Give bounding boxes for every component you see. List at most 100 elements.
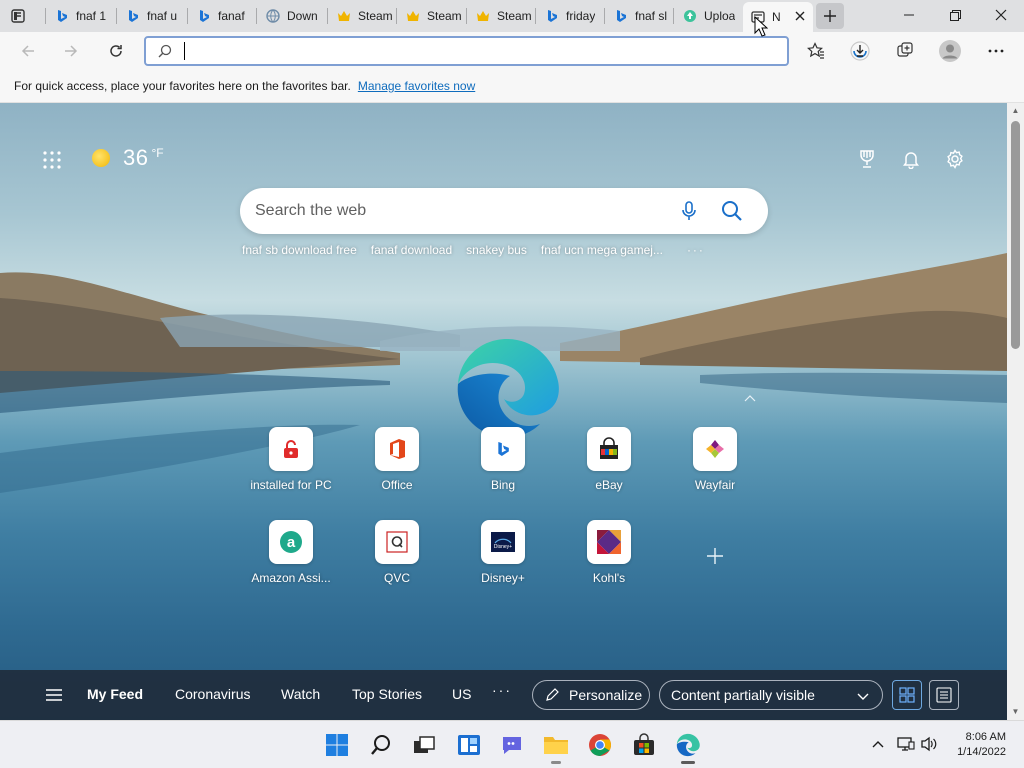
task-view-button[interactable] — [411, 732, 437, 758]
quick-link-office[interactable]: Office — [357, 427, 437, 497]
tab-8[interactable]: friday — [537, 4, 603, 28]
quick-link-disney-plus[interactable]: Disney+ Disney+ — [463, 520, 543, 590]
close-tab-icon[interactable] — [793, 9, 807, 23]
quick-link-label: eBay — [595, 478, 623, 492]
weather-widget[interactable]: 36 °F — [92, 145, 164, 171]
quick-link-ebay[interactable]: eBay — [569, 427, 649, 497]
suggestion-link[interactable]: fnaf ucn mega gamej... — [541, 243, 663, 257]
new-tab-button[interactable] — [816, 3, 844, 29]
taskbar-clock[interactable]: 8:06 AM 1/14/2022 — [944, 730, 1006, 760]
search-icon — [158, 43, 174, 59]
store-bag-icon — [634, 733, 654, 755]
address-input[interactable] — [190, 42, 770, 62]
clock-time: 8:06 AM — [965, 731, 1006, 743]
page-settings-button[interactable] — [943, 147, 967, 171]
feed-tab-top-stories[interactable]: Top Stories — [352, 686, 422, 702]
minimize-button[interactable] — [886, 0, 932, 30]
refresh-icon — [110, 45, 122, 57]
start-button[interactable] — [324, 732, 350, 758]
tab-10[interactable]: Uploa — [675, 4, 741, 28]
feed-tab-my-feed[interactable]: My Feed — [87, 686, 143, 702]
taskbar-search-button[interactable] — [368, 732, 394, 758]
collections-icon — [897, 42, 913, 57]
profile-button[interactable] — [936, 37, 964, 65]
network-status[interactable] — [897, 735, 915, 753]
show-hidden-icons-button[interactable] — [869, 735, 887, 753]
scrollbar-thumb[interactable] — [1011, 121, 1020, 349]
sun-icon — [92, 149, 110, 167]
edge-taskbar-button[interactable] — [675, 732, 701, 764]
apps-launcher-icon[interactable] — [42, 150, 62, 170]
tab-separator — [187, 8, 188, 24]
tab-7[interactable]: Steam — [468, 4, 534, 28]
quick-link-bing[interactable]: Bing — [463, 427, 543, 497]
scroll-up-icon[interactable]: ▲ — [1011, 106, 1020, 115]
quick-link-wayfair[interactable]: Wayfair — [675, 427, 755, 497]
volume-control[interactable] — [920, 735, 938, 753]
collections-button[interactable] — [891, 37, 919, 65]
bell-icon — [903, 152, 919, 169]
tab-3[interactable]: fanaf — [189, 4, 255, 28]
favorites-star-icon — [807, 42, 824, 59]
widgets-button[interactable] — [456, 732, 482, 758]
bing-icon — [545, 9, 559, 23]
hamburger-menu-icon[interactable] — [45, 686, 63, 704]
avatar-icon — [939, 40, 961, 62]
close-icon — [995, 9, 1007, 21]
chrome-button[interactable] — [587, 732, 613, 758]
add-quick-link-button[interactable] — [704, 545, 726, 567]
tab-4[interactable]: Down — [258, 4, 326, 28]
microsoft-store-button[interactable] — [631, 732, 657, 758]
tab-1[interactable]: fnaf 1 — [47, 4, 115, 28]
content-visibility-dropdown[interactable]: Content partially visible — [659, 680, 883, 710]
restore-button[interactable] — [932, 0, 978, 30]
manage-favorites-link[interactable]: Manage favorites now — [358, 79, 475, 93]
forward-button[interactable] — [57, 37, 85, 65]
suggestion-link[interactable]: snakey bus — [466, 243, 527, 257]
web-search-input[interactable] — [255, 200, 655, 222]
feed-tab-us[interactable]: US — [452, 686, 471, 702]
settings-more-button[interactable] — [982, 37, 1010, 65]
chat-icon — [503, 737, 521, 754]
notifications-button[interactable] — [899, 147, 923, 171]
tab-5[interactable]: Steam — [329, 4, 395, 28]
microphone-icon[interactable] — [678, 200, 700, 222]
favorites-button[interactable] — [802, 37, 830, 65]
collapse-chevron-icon[interactable] — [744, 391, 756, 402]
personalize-button[interactable]: Personalize — [532, 680, 650, 710]
rewards-button[interactable] — [855, 147, 879, 171]
list-layout-button[interactable] — [929, 680, 959, 710]
search-submit-icon[interactable] — [720, 199, 744, 223]
tab-2[interactable]: fnaf u — [118, 4, 186, 28]
quick-link-label: Office — [381, 478, 413, 492]
refresh-button[interactable] — [102, 37, 130, 65]
feed-tab-watch[interactable]: Watch — [281, 686, 320, 702]
page-scrollbar[interactable]: ▲ ▼ — [1007, 103, 1024, 720]
scroll-down-icon[interactable]: ▼ — [1011, 707, 1020, 716]
file-explorer-button[interactable] — [543, 732, 569, 764]
back-button[interactable] — [14, 37, 42, 65]
svg-text:a: a — [287, 534, 296, 551]
address-bar[interactable] — [144, 36, 789, 66]
tab-9[interactable]: fnaf sl — [606, 4, 672, 28]
web-search-box[interactable] — [240, 188, 768, 234]
weather-unit: °F — [151, 146, 164, 160]
downloads-button[interactable] — [846, 37, 874, 65]
restore-icon — [949, 9, 961, 21]
feed-more-button[interactable]: ··· — [492, 682, 512, 698]
tab-actions-icon[interactable] — [8, 6, 28, 26]
quick-link-amazon-assistant[interactable]: a Amazon Assi... — [251, 520, 331, 590]
more-suggestions-button[interactable]: ··· — [687, 243, 705, 257]
clock-date: 1/14/2022 — [957, 746, 1006, 758]
suggestion-link[interactable]: fnaf sb download free — [242, 243, 357, 257]
grid-layout-button[interactable] — [892, 680, 922, 710]
close-window-button[interactable] — [978, 0, 1024, 30]
quick-link-kohls[interactable]: Kohl's — [569, 520, 649, 590]
tab-6[interactable]: Steam — [398, 4, 464, 28]
teams-chat-button[interactable] — [499, 732, 525, 758]
download-icon — [850, 41, 870, 61]
feed-tab-coronavirus[interactable]: Coronavirus — [175, 686, 250, 702]
suggestion-link[interactable]: fanaf download — [371, 243, 452, 257]
quick-link-qvc[interactable]: QVC — [357, 520, 437, 590]
quick-link-installed-for-pc[interactable]: installed for PC — [250, 427, 332, 497]
